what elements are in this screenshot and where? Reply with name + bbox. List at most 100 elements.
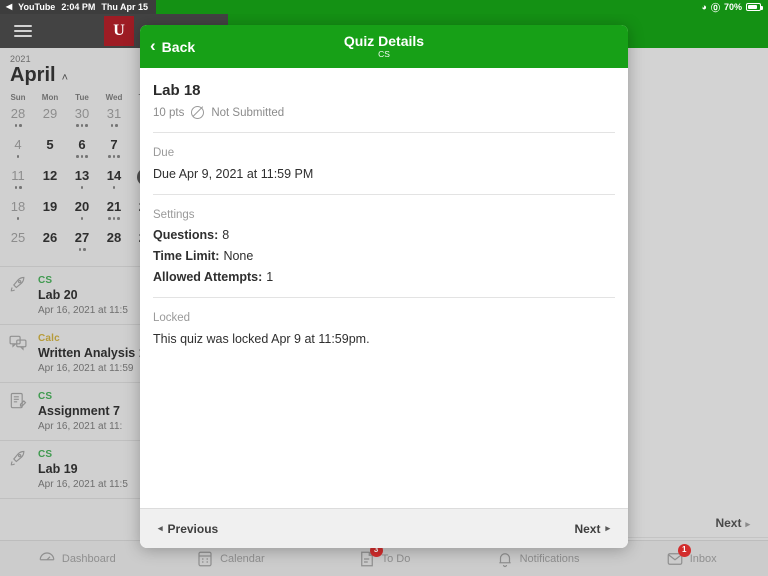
locked-message: This quiz was locked Apr 9 at 11:59pm. [153, 332, 615, 346]
setting-key: Time Limit: [153, 249, 219, 263]
discussion-icon [8, 333, 30, 355]
previous-button[interactable]: ◂ Previous [158, 522, 218, 536]
caret-right-icon: ▸ [605, 523, 610, 534]
event-text: CSAssignment 7Apr 16, 2021 at 11: [38, 391, 122, 432]
background-next-caret-icon: ▸ [745, 519, 750, 529]
calendar-day-number: 7 [110, 137, 117, 153]
calendar-day-cell[interactable]: 25 [2, 230, 34, 260]
due-value: Due Apr 9, 2021 at 11:59 PM [153, 167, 615, 181]
settings-rows: Questions:8Time Limit:NoneAllowed Attemp… [153, 228, 615, 284]
calendar-day-cell[interactable]: 27 [66, 230, 98, 260]
status-bar-right: ◕ ⓪ 70% [702, 0, 768, 14]
calendar-day-cell[interactable]: 6 [66, 137, 98, 167]
calendar-day-number: 18 [11, 199, 25, 215]
setting-value: None [223, 249, 253, 263]
battery-icon [746, 3, 761, 11]
calendar-day-cell[interactable]: 28 [2, 106, 34, 136]
battery-percent-label: 70% [724, 2, 742, 12]
calendar-day-cell[interactable]: 28 [98, 230, 130, 260]
calendar-icon [196, 550, 214, 568]
calendar-day-cell[interactable]: 14 [98, 168, 130, 198]
setting-value: 8 [222, 228, 229, 242]
tab-inbox[interactable]: 1Inbox [614, 550, 768, 568]
event-date: Apr 16, 2021 at 11:5 [38, 479, 128, 490]
calendar-day-cell[interactable]: 31 [98, 106, 130, 136]
event-course-label: Calc [38, 333, 153, 344]
calendar-day-number: 27 [75, 230, 89, 246]
calendar-day-cell[interactable]: 18 [2, 199, 34, 229]
calendar-day-cell[interactable]: 13 [66, 168, 98, 198]
tab-notifications[interactable]: Notifications [461, 550, 615, 568]
calendar-day-number: 12 [43, 168, 57, 184]
calendar-day-number: 26 [43, 230, 57, 246]
event-date: Apr 16, 2021 at 11: [38, 421, 122, 432]
calendar-event-dots [76, 124, 88, 128]
calendar-day-cell[interactable]: 4 [2, 137, 34, 167]
calendar-day-cell[interactable]: 11 [2, 168, 34, 198]
bell-icon [496, 550, 514, 568]
locked-label: Locked [153, 312, 615, 324]
event-course-label: CS [38, 275, 128, 286]
calendar-event-dots [111, 124, 118, 128]
quiz-details-modal: ‹ Back Quiz Details CS Lab 18 10 pts Not… [140, 25, 628, 548]
calendar-event-dots [81, 186, 84, 190]
calendar-day-cell[interactable]: 19 [34, 199, 66, 229]
setting-key: Questions: [153, 228, 218, 242]
previous-button-label: Previous [168, 522, 219, 536]
next-button[interactable]: Next ▸ [574, 522, 610, 536]
tab-label: Notifications [520, 553, 580, 565]
calendar-event-dots [79, 248, 86, 252]
ios-status-bar: ◀ YouTube 2:04 PM Thu Apr 15 ◕ ⓪ 70% [0, 0, 768, 14]
back-to-app-arrow-icon[interactable]: ◀ [6, 3, 12, 11]
status-bar-date: Thu Apr 15 [101, 2, 148, 12]
quiz-summary-section: Lab 18 10 pts Not Submitted [153, 68, 615, 132]
tab-badge: 1 [678, 544, 691, 557]
calendar-month-label: April [10, 64, 56, 87]
calendar-event-dots [81, 217, 84, 221]
tab-dashboard[interactable]: Dashboard [0, 550, 154, 568]
quiz-meta-row: 10 pts Not Submitted [153, 106, 615, 119]
modal-footer: ◂ Previous Next ▸ [140, 508, 628, 548]
calendar-day-header: Tue [66, 93, 98, 102]
background-next-label: Next [715, 516, 741, 530]
calendar-day-number: 25 [11, 230, 25, 246]
settings-section: Settings Questions:8Time Limit:NoneAllow… [153, 194, 615, 297]
modal-subtitle-course: CS [344, 49, 424, 60]
calendar-day-cell[interactable]: 20 [66, 199, 98, 229]
calendar-day-number: 28 [107, 230, 121, 246]
calendar-day-number: 28 [11, 106, 25, 122]
due-section: Due Due Apr 9, 2021 at 11:59 PM [153, 132, 615, 194]
hamburger-menu-icon[interactable] [0, 25, 46, 37]
chevron-left-icon: ‹ [150, 37, 156, 54]
calendar-day-cell[interactable]: 21 [98, 199, 130, 229]
calendar-day-number: 19 [43, 199, 57, 215]
calendar-event-dots [113, 186, 116, 190]
back-to-app-label[interactable]: YouTube [18, 2, 55, 12]
locked-section: Locked This quiz was locked Apr 9 at 11:… [153, 297, 615, 359]
tab-to-do[interactable]: 3 To Do [307, 550, 461, 568]
background-next-button[interactable]: Next ▸ [715, 516, 750, 530]
todo-icon: 3 [358, 550, 376, 568]
calendar-day-number: 29 [43, 106, 57, 122]
event-course-label: CS [38, 449, 128, 460]
caret-left-icon: ◂ [158, 523, 163, 534]
chevron-up-icon[interactable]: ˄ [62, 72, 68, 84]
calendar-day-number: 5 [46, 137, 53, 153]
calendar-day-cell[interactable]: 29 [34, 106, 66, 136]
calendar-day-cell[interactable]: 12 [34, 168, 66, 198]
calendar-event-dots [76, 155, 88, 159]
calendar-day-cell[interactable]: 5 [34, 137, 66, 167]
assignment-icon [8, 391, 30, 413]
calendar-day-cell[interactable]: 7 [98, 137, 130, 167]
tab-label: To Do [382, 553, 411, 565]
event-text: CalcWritten Analysis 10Apr 16, 2021 at 1… [38, 333, 153, 374]
modal-body: Lab 18 10 pts Not Submitted Due Due Apr … [140, 68, 628, 508]
calendar-day-number: 11 [11, 168, 25, 184]
settings-label: Settings [153, 209, 615, 221]
calendar-day-cell[interactable]: 26 [34, 230, 66, 260]
status-bar-time: 2:04 PM [61, 2, 95, 12]
calendar-day-cell[interactable]: 30 [66, 106, 98, 136]
tab-calendar[interactable]: Calendar [154, 550, 308, 568]
submission-status: Not Submitted [211, 107, 284, 119]
back-button[interactable]: ‹ Back [150, 25, 195, 68]
